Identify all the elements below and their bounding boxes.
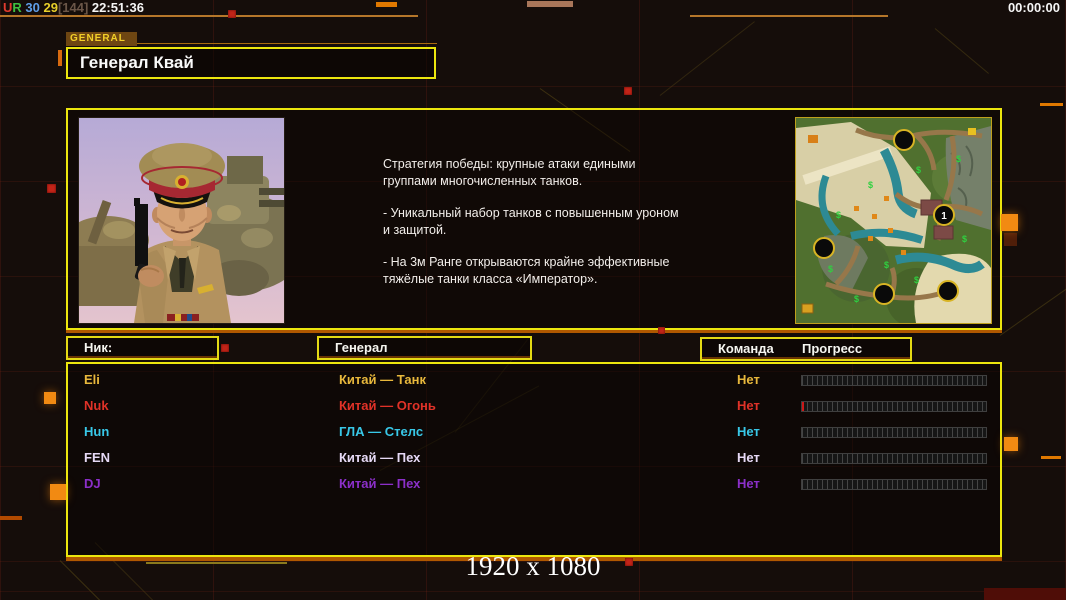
orange-square (50, 484, 66, 500)
svg-text:$: $ (916, 165, 921, 175)
player-team: Нет (737, 476, 760, 491)
player-nick: Hun (84, 424, 110, 439)
circuit-trace (934, 28, 989, 74)
player-general: Китай — Пех (339, 450, 421, 465)
svg-text:$: $ (962, 234, 967, 244)
player-nick: Nuk (84, 398, 109, 413)
header-general-label: Генерал (335, 340, 388, 355)
general-title-box: Генерал Квай (66, 47, 436, 79)
player-row[interactable]: FEN Китай — Пех Нет (70, 446, 998, 470)
stat-segment: [144] (57, 0, 89, 15)
player-team: Нет (737, 372, 760, 387)
orange-tick (58, 50, 62, 66)
player-general: Китай — Пех (339, 476, 421, 491)
header-nick: Ник: (66, 336, 219, 360)
header-team-progress: Команда Прогресс (700, 337, 912, 361)
svg-text:$: $ (956, 154, 961, 164)
header-general: Генерал (317, 336, 532, 360)
general-tab-line (137, 43, 437, 44)
circuit-trace (659, 21, 755, 96)
header-team-label: Команда (718, 341, 774, 356)
red-square (624, 87, 632, 95)
stat-segment: 30 (21, 0, 40, 15)
player-progress-bar (801, 479, 987, 490)
player-nick: DJ (84, 476, 101, 491)
map-preview-minimap: 1 $ $ $ $ $ $ $ $ $ (795, 117, 992, 324)
stat-segment: U (3, 0, 13, 15)
stat-segment: 22:51:36 (88, 0, 144, 15)
svg-text:$: $ (854, 294, 859, 304)
game-timer: 00:00:00 (1007, 0, 1060, 15)
player-row[interactable]: Hun ГЛА — Стелс Нет (70, 420, 998, 444)
orange-dash (376, 2, 397, 7)
dim-square (1004, 233, 1017, 246)
orange-square (1001, 214, 1018, 231)
red-square (228, 10, 236, 18)
player-general: Китай — Огонь (339, 398, 436, 413)
orange-dash (1041, 456, 1061, 459)
tan-dash (527, 1, 573, 7)
orange-square (44, 392, 56, 404)
orange-dash (1040, 103, 1063, 106)
player-progress-bar (801, 453, 987, 464)
svg-text:1: 1 (941, 211, 947, 222)
player-row[interactable]: Eli Китай — Танк Нет (70, 368, 998, 392)
general-title: Генерал Квай (80, 53, 194, 72)
player-general: Китай — Танк (339, 372, 426, 387)
player-progress-bar (801, 375, 987, 386)
player-list-box: Eli Китай — Танк Нет Nuk Китай — Огонь Нет Hun… (66, 362, 1002, 557)
header-progress-label: Прогресс (802, 341, 863, 356)
loading-screen: UR 30 29[144] 22:51:36 00:00:00 GENERAL … (0, 0, 1066, 600)
player-progress-fill (802, 402, 804, 411)
general-tab: GENERAL (66, 32, 137, 46)
stat-segment: 29 (39, 0, 58, 15)
player-team: Нет (737, 424, 760, 439)
player-nick: Eli (84, 372, 100, 387)
general-description: Стратегия победы: крупные атаки едиными … (383, 156, 718, 303)
svg-text:$: $ (836, 210, 841, 220)
resolution-label: 1920 x 1080 (465, 551, 601, 581)
topbar-underline (0, 15, 418, 17)
player-general: ГЛА — Стелс (339, 424, 424, 439)
svg-text:$: $ (868, 180, 873, 190)
header-nick-label: Ник: (84, 340, 113, 355)
general-portrait (78, 117, 285, 324)
svg-text:$: $ (884, 260, 889, 270)
red-square (47, 184, 56, 193)
orange-square (1004, 437, 1018, 451)
svg-text:$: $ (828, 264, 833, 274)
player-row[interactable]: Nuk Китай — Огонь Нет (70, 394, 998, 418)
red-square (658, 327, 665, 334)
session-stats: UR 30 29[144] 22:51:36 (3, 0, 144, 15)
topbar-underline-2 (690, 15, 888, 17)
svg-text:$: $ (914, 275, 919, 285)
player-list: Eli Китай — Танк Нет Nuk Китай — Огонь Нет Hun… (70, 366, 998, 553)
orange-dash (0, 516, 22, 520)
corner-accent (984, 588, 1066, 600)
description-paragraph: - Уникальный набор танков с повышенным у… (383, 206, 679, 237)
circuit-trace (999, 286, 1066, 336)
player-progress-bar (801, 401, 987, 412)
player-team: Нет (737, 398, 760, 413)
player-team: Нет (737, 450, 760, 465)
red-square (221, 344, 229, 352)
player-progress-bar (801, 427, 987, 438)
description-paragraph: Стратегия победы: крупные атаки едиными … (383, 157, 636, 188)
player-nick: FEN (84, 450, 110, 465)
description-paragraph: - На 3м Ранге открываются крайне эффекти… (383, 255, 670, 286)
stat-segment: R (12, 0, 22, 15)
player-row[interactable]: DJ Китай — Пех Нет (70, 472, 998, 496)
